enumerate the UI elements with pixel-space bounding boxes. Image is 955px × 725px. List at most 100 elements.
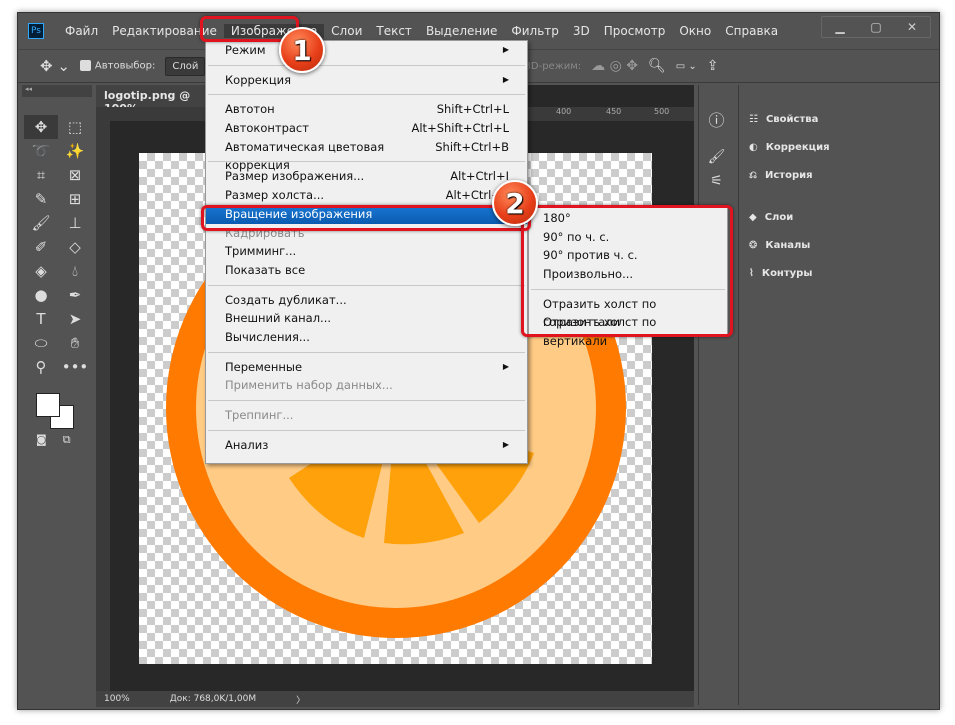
menu-item-label: Применить набор данных... xyxy=(225,378,393,393)
menu-separator xyxy=(208,94,525,96)
eyedropper-icon[interactable]: ✎ xyxy=(24,187,58,211)
minimize-button[interactable]: ▁ xyxy=(822,17,858,37)
menu-item[interactable]: Режим ▶ xyxy=(206,41,527,60)
autoselect-checkbox[interactable]: Автовыбор: xyxy=(79,60,156,72)
panel-history[interactable]: ⎌ История xyxy=(739,161,938,189)
adjustments-icon[interactable]: ⚟ xyxy=(699,173,734,189)
menu-item[interactable]: Тримминг... xyxy=(206,242,527,261)
submenu-arrow-icon: ▶ xyxy=(502,45,509,54)
panel-label: Свойства xyxy=(765,113,819,125)
autoselect-label: Автовыбор: xyxy=(94,60,156,72)
status-bar: 100% Док: 768,0K/1,00M 〉 xyxy=(96,691,694,707)
move-tool-icon[interactable]: ✥ xyxy=(24,115,58,139)
status-arrow-icon[interactable]: 〉 xyxy=(296,693,305,706)
marquee-tool-icon[interactable]: ⬚ xyxy=(58,115,92,139)
menu-item[interactable]: Анализ ▶ xyxy=(206,436,527,455)
eraser-icon[interactable]: ◇ xyxy=(58,235,92,259)
pen-tool-icon[interactable]: ✒ xyxy=(58,283,92,307)
history-brush-icon[interactable]: ✐ xyxy=(24,235,58,259)
menu-3d[interactable]: 3D xyxy=(566,24,597,38)
menu-item[interactable]: Внешний канал... xyxy=(206,309,527,328)
mask-mode-icons[interactable]: ◙ ⧉ xyxy=(22,433,92,447)
3d-tools-icons[interactable]: ☁ ◎ ✥ xyxy=(591,58,638,74)
dodge-icon[interactable]: ● xyxy=(24,283,58,307)
type-tool-icon[interactable]: T xyxy=(24,307,58,331)
menu-item[interactable]: Автотон Shift+Ctrl+L xyxy=(206,100,527,119)
search-icon[interactable]: 🔍︎ xyxy=(648,58,666,74)
menu-item[interactable]: Коррекция ▶ xyxy=(206,71,527,90)
menu-item-shortcut: Alt+Ctrl+I xyxy=(450,169,509,184)
brush-settings-icon[interactable]: 🖌︎ xyxy=(699,149,734,165)
menu-item[interactable]: Автоконтраст Alt+Shift+Ctrl+L xyxy=(206,119,527,138)
hand-tool-icon[interactable]: ✋︎ xyxy=(58,331,92,355)
menu-select[interactable]: Выделение xyxy=(419,24,504,38)
frame-tool-icon[interactable]: ⊠ xyxy=(58,163,92,187)
menu-item[interactable]: Создать дубликат... xyxy=(206,291,527,310)
close-button[interactable]: ✕ xyxy=(894,17,930,37)
share-icon[interactable]: ⇪ xyxy=(707,58,719,74)
workspace-icon[interactable]: ▭ ⌄ xyxy=(676,61,697,72)
menu-text[interactable]: Текст xyxy=(369,24,419,38)
mode-3d-label: 3D-режим: xyxy=(524,60,582,72)
menu-file[interactable]: Файл xyxy=(58,24,105,38)
blur-icon[interactable]: 💧︎ xyxy=(58,259,92,283)
properties-icon: ☷ xyxy=(749,113,758,125)
ruler-tick: 450 xyxy=(606,107,622,116)
ruler-tick: 400 xyxy=(556,107,572,116)
color-swatches[interactable] xyxy=(22,383,92,433)
panel-adjustments[interactable]: ◐ Коррекция xyxy=(739,133,938,161)
collapse-icon[interactable]: ◂◂ xyxy=(22,85,92,97)
panel-icon-strip: ⓘ 🖌︎ ⚟ xyxy=(698,85,734,705)
lasso-tool-icon[interactable]: ➰ xyxy=(24,139,58,163)
ps-logo: Ps xyxy=(28,23,44,39)
menu-item[interactable]: Размер изображения... Alt+Ctrl+I xyxy=(206,167,527,186)
toolbox: ◂◂ ✥ ⬚ ➰ ✨ ⌗ ⊠ ✎ ⊞ 🖌︎ ⊥ ✐ ◇ ◈ 💧︎ ● ✒ T ➤… xyxy=(22,85,92,705)
panel-paths[interactable]: ⌇ Контуры xyxy=(739,259,938,287)
magic-wand-icon[interactable]: ✨ xyxy=(58,139,92,163)
right-panels: ☷ Свойства ◐ Коррекция ⎌ История ◆ Слои ❂ Кан… xyxy=(738,85,938,705)
menu-layers[interactable]: Слои xyxy=(324,24,369,38)
menu-item-label: Автоматическая цветовая коррекция xyxy=(225,139,385,173)
channels-icon: ❂ xyxy=(749,239,758,251)
info-icon[interactable]: ⓘ xyxy=(699,107,734,131)
more-tools-icon[interactable]: ••• xyxy=(58,355,92,379)
menu-item-label: Анализ xyxy=(225,437,269,452)
patch-tool-icon[interactable]: ⊞ xyxy=(58,187,92,211)
stamp-tool-icon[interactable]: ⊥ xyxy=(58,211,92,235)
menu-separator xyxy=(208,429,525,431)
panel-channels[interactable]: ❂ Каналы xyxy=(739,231,938,259)
menu-help[interactable]: Справка xyxy=(718,24,785,38)
menu-item-shortcut: Shift+Ctrl+B xyxy=(435,139,509,154)
step-badge-1: 1 xyxy=(279,27,325,73)
path-select-icon[interactable]: ➤ xyxy=(58,307,92,331)
crop-tool-icon[interactable]: ⌗ xyxy=(24,163,58,187)
ruler-vertical xyxy=(96,121,110,691)
menu-item-label: Вычисления... xyxy=(225,329,310,344)
bucket-icon[interactable]: ◈ xyxy=(24,259,58,283)
menu-item-label: Режим xyxy=(225,43,266,57)
zoom-level[interactable]: 100% xyxy=(104,694,130,704)
menu-item: Треппинг... xyxy=(206,406,527,425)
panel-label: История xyxy=(765,169,813,181)
menu-item[interactable]: Размер холста... Alt+Ctrl+C xyxy=(206,186,527,205)
brush-tool-icon[interactable]: 🖌︎ xyxy=(24,211,58,235)
menu-separator xyxy=(208,64,525,66)
layer-select[interactable]: Слой xyxy=(165,56,206,76)
annotation-box-3 xyxy=(521,205,733,337)
document-tab[interactable]: logotip.png @ 100% xyxy=(96,85,216,115)
panel-label: Контуры xyxy=(761,267,813,279)
move-tool-icon[interactable]: ✥ ⌄ xyxy=(40,57,70,75)
doc-info: Док: 768,0K/1,00M xyxy=(169,694,257,704)
menu-window[interactable]: Окно xyxy=(672,24,718,38)
menu-item[interactable]: Переменные ▶ xyxy=(206,358,527,377)
menu-item[interactable]: Показать все xyxy=(206,261,527,280)
menu-filter[interactable]: Фильтр xyxy=(504,24,565,38)
menu-view[interactable]: Просмотр xyxy=(597,24,673,38)
menu-item[interactable]: Вычисления... xyxy=(206,328,527,347)
zoom-tool-icon[interactable]: ⚲ xyxy=(24,355,58,379)
ellipse-tool-icon[interactable]: ⬭ xyxy=(24,331,58,355)
maximize-button[interactable]: ▢ xyxy=(858,17,894,37)
menu-item[interactable]: Автоматическая цветовая коррекция Shift+C… xyxy=(206,138,527,173)
panel-layers[interactable]: ◆ Слои xyxy=(739,203,938,231)
panel-properties[interactable]: ☷ Свойства xyxy=(739,105,938,133)
